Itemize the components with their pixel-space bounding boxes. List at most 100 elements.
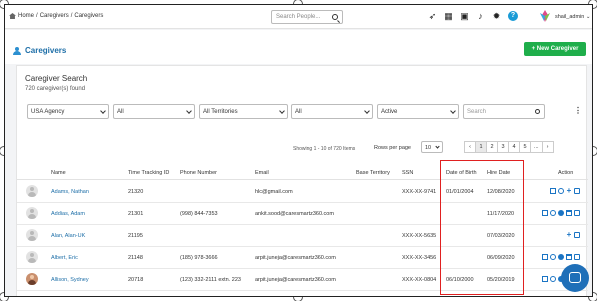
search-icon[interactable] <box>332 14 338 20</box>
column-header-time-tracking-id[interactable]: Time Tracking ID <box>128 170 169 176</box>
column-header-ssn[interactable]: SSN <box>402 170 413 176</box>
column-header-action: Action <box>558 170 574 176</box>
search-title: Caregiver Search <box>25 74 88 83</box>
chevron-down-icon <box>100 108 106 114</box>
rows-per-page-select[interactable]: 10 <box>421 141 443 153</box>
caregiver-name-link[interactable]: Albert, Eric <box>51 255 78 261</box>
phone-number: (123) 332-2111 extn. 223 <box>180 276 241 283</box>
showing-text: Showing 1 - 10 of 720 Items <box>293 146 356 152</box>
top-icons: ➶ ▦ ▣ ♪ ✹ ? <box>428 11 518 21</box>
mail-icon[interactable] <box>542 254 548 260</box>
agency-filter[interactable]: USA Agency <box>27 104 109 119</box>
avatar <box>26 273 38 285</box>
time-tracking-id: 20718 <box>128 276 144 283</box>
key-icon[interactable] <box>550 254 556 260</box>
edit-icon[interactable] <box>574 188 580 194</box>
calendar-icon[interactable] <box>566 210 572 216</box>
avatar <box>26 251 38 263</box>
breadcrumb-current: Caregivers <box>74 13 104 19</box>
add-icon[interactable]: + <box>566 231 572 239</box>
agency-filter-value: USA Agency <box>31 108 65 115</box>
chevron-down-icon <box>450 108 456 114</box>
mail-icon[interactable] <box>550 188 556 194</box>
caregiver-search-input[interactable]: Search <box>463 104 545 119</box>
caregiver-name-link[interactable]: Alan, Alan-UK <box>51 233 85 239</box>
category-filter-value: All <box>295 108 302 115</box>
rows-per-page-label: Rows per page <box>374 145 411 151</box>
mail-icon[interactable] <box>542 210 548 216</box>
avatar <box>26 229 38 241</box>
category-filter[interactable]: All <box>291 104 373 119</box>
email-address: ankit.sood@caresmartz360.com <box>255 210 334 217</box>
bell-icon[interactable]: ♪ <box>476 11 485 21</box>
chevron-down-icon <box>279 108 285 114</box>
key-icon[interactable] <box>558 188 564 194</box>
caregiver-name-link[interactable]: Allison, Sydney <box>51 277 89 283</box>
ssn: XXX-XX-3456 <box>402 254 437 261</box>
ssn: XXX-XX-0804 <box>402 276 437 283</box>
search-icon[interactable] <box>535 109 540 114</box>
active-filter-value: Active <box>381 108 398 115</box>
people-search-placeholder: Search People... <box>276 14 321 20</box>
result-count: 720 caregiver(s) found <box>25 86 86 92</box>
status-type-filter-value: All <box>117 108 124 115</box>
home-icon[interactable] <box>9 13 16 19</box>
breadcrumb: Home / Caregivers / Caregivers <box>9 13 103 19</box>
gear-icon[interactable]: ✹ <box>492 11 501 21</box>
page-header: Caregivers + New Caregiver <box>5 30 592 64</box>
chevron-down-icon <box>364 108 370 114</box>
avatar <box>26 185 38 197</box>
caregiver-search-placeholder: Search <box>467 108 487 115</box>
people-search-input[interactable]: Search People... <box>271 10 343 24</box>
help-icon[interactable]: ? <box>508 11 518 21</box>
key-icon[interactable] <box>550 210 556 216</box>
page-next-button[interactable]: › <box>541 141 554 153</box>
active-filter[interactable]: Active <box>377 104 459 119</box>
breadcrumb-separator: / <box>70 13 73 19</box>
key-icon[interactable] <box>550 276 556 282</box>
page-title-text: Caregivers <box>25 46 67 55</box>
new-caregiver-button[interactable]: + New Caregiver <box>524 42 586 56</box>
column-header-email[interactable]: Email <box>255 170 269 176</box>
territory-filter[interactable]: All Territories <box>199 104 288 119</box>
mail-icon[interactable] <box>542 276 548 282</box>
ssn: XXX-XX-5635 <box>402 232 437 239</box>
breadcrumb-home[interactable]: Home <box>18 13 34 19</box>
edit-icon[interactable] <box>574 210 580 216</box>
time-tracking-id: 21148 <box>128 254 143 261</box>
rocket-icon[interactable]: ➶ <box>428 11 437 21</box>
edit-icon[interactable] <box>574 254 580 260</box>
more-options-icon[interactable]: ⋮ <box>574 106 582 115</box>
caregiver-name-link[interactable]: Adams, Nathan <box>51 189 89 195</box>
column-header-base-territory[interactable]: Base Territory <box>356 170 390 176</box>
avatar <box>26 207 38 219</box>
pagination: ‹ 1 2 3 4 5 ... › <box>464 141 554 153</box>
calendar-icon[interactable]: ▦ <box>444 11 453 21</box>
edit-icon[interactable] <box>574 232 580 238</box>
row-actions <box>542 210 580 216</box>
calendar-icon[interactable] <box>566 254 572 260</box>
chat-icon[interactable] <box>558 210 564 216</box>
user-menu[interactable]: shail_admin ⌄ <box>555 14 591 20</box>
time-tracking-id: 21320 <box>128 188 144 195</box>
chat-bubble-icon <box>569 272 581 283</box>
phone-number: (998) 844-7353 <box>180 210 218 217</box>
highlight-box <box>440 160 524 295</box>
column-header-phone[interactable]: Phone Number <box>180 170 217 176</box>
breadcrumb-separator: / <box>36 13 38 19</box>
ssn: XXX-XX-9741 <box>402 188 437 195</box>
add-icon[interactable]: + <box>566 187 572 195</box>
row-actions <box>542 254 580 260</box>
column-header-name[interactable]: Name <box>51 170 66 176</box>
caregiver-icon <box>13 46 21 55</box>
caregiver-name-link[interactable]: Addias, Adam <box>51 211 85 217</box>
breadcrumb-caregivers[interactable]: Caregivers <box>40 13 69 19</box>
row-actions: + <box>550 187 580 195</box>
territory-filter-value: All Territories <box>203 108 238 115</box>
row-actions: + <box>566 231 580 239</box>
chat-icon[interactable] <box>558 254 564 260</box>
contact-card-icon[interactable]: ▣ <box>460 11 469 21</box>
chat-button[interactable] <box>561 264 589 292</box>
status-type-filter[interactable]: All <box>113 104 195 119</box>
email-address: hlc@gmail.com <box>255 188 293 195</box>
